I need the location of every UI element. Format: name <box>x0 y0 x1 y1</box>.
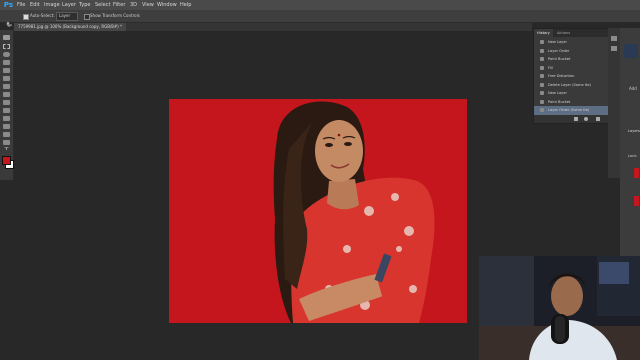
menu-window[interactable]: Window <box>157 0 177 10</box>
history-item[interactable]: Paint Bucket <box>534 98 608 107</box>
document-canvas[interactable] <box>169 99 467 323</box>
trash-icon[interactable] <box>596 117 600 121</box>
options-bar: Auto-Select: Layer Show Transform Contro… <box>0 10 640 27</box>
history-item[interactable]: New Layer <box>534 38 608 47</box>
eyedropper-tool-icon[interactable] <box>3 76 10 81</box>
adjustments-add-label: Add <box>629 86 637 91</box>
history-state-icon <box>540 99 544 104</box>
menu-view[interactable]: View <box>142 0 154 10</box>
pen-tool-icon[interactable] <box>3 140 10 145</box>
history-item[interactable]: Layer Order <box>534 47 608 56</box>
eraser-tool-icon[interactable] <box>3 116 10 121</box>
document-tab[interactable]: 7759981.jpg @ 100% (Background copy, RGB… <box>14 23 127 31</box>
show-transform-label: Show Transform Controls <box>90 13 140 18</box>
history-item[interactable]: Free Distortion <box>534 72 608 81</box>
history-state-icon <box>540 48 544 53</box>
auto-select-value: Layer <box>59 13 71 18</box>
menu-3d[interactable]: 3D <box>130 0 137 10</box>
history-state-icon <box>540 57 544 61</box>
portrait-photo <box>169 99 467 323</box>
color-picker-icon[interactable] <box>624 44 638 58</box>
marquee-tool-icon[interactable] <box>3 44 10 49</box>
menu-help[interactable]: Help <box>180 0 191 10</box>
history-state-icon <box>540 108 544 112</box>
actions-panel-icon[interactable] <box>611 46 617 51</box>
menu-filter[interactable]: Filter <box>113 0 125 10</box>
history-brush-tool-icon[interactable] <box>3 108 10 113</box>
new-document-from-state-icon[interactable] <box>574 117 578 121</box>
history-state-icon <box>540 82 544 87</box>
crop-tool-icon[interactable] <box>3 68 10 73</box>
webcam-overlay <box>479 256 640 360</box>
panel-icon-strip <box>608 28 620 178</box>
clone-stamp-tool-icon[interactable] <box>3 100 10 105</box>
align-distribute-icons[interactable] <box>205 13 365 27</box>
history-item[interactable]: Paint Bucket <box>534 55 608 64</box>
history-footer <box>534 115 608 123</box>
brush-tool-icon[interactable] <box>3 92 10 97</box>
menu-select[interactable]: Select <box>95 0 110 10</box>
history-state-icon <box>540 74 544 78</box>
dodge-tool-icon[interactable] <box>3 132 10 137</box>
history-panel-tabs: History Actions <box>534 29 608 37</box>
history-list: New Layer Layer Order Paint Bucket Fill … <box>534 38 608 116</box>
tab-actions[interactable]: Actions <box>554 29 573 37</box>
menu-type[interactable]: Type <box>79 0 90 10</box>
menu-layer[interactable]: Layer <box>62 0 76 10</box>
paint-bucket-tool-icon[interactable] <box>3 124 10 129</box>
move-tool-preset-icon[interactable] <box>4 13 12 27</box>
history-state-icon <box>540 65 544 70</box>
lasso-tool-icon[interactable] <box>3 52 10 57</box>
quick-select-tool-icon[interactable] <box>3 60 10 65</box>
move-tool-icon[interactable] <box>3 35 10 40</box>
menu-file[interactable]: File <box>17 0 25 10</box>
color-swatches <box>0 150 14 180</box>
healing-brush-tool-icon[interactable] <box>3 84 10 89</box>
history-state-icon <box>540 40 544 44</box>
snapshot-icon[interactable] <box>584 117 588 121</box>
tab-history[interactable]: History <box>534 29 553 37</box>
history-panel: History Actions New Layer Layer Order Pa… <box>533 28 609 124</box>
history-item[interactable]: Delete Layer (Some Ite) <box>534 81 608 90</box>
auto-select-dropdown[interactable]: Layer <box>56 12 78 21</box>
menu-edit[interactable]: Edit <box>30 0 40 10</box>
history-panel-icon[interactable] <box>611 36 617 41</box>
webcam-video <box>479 256 640 360</box>
layer-thumbnail[interactable] <box>634 196 639 206</box>
history-item[interactable]: New Layer <box>534 89 608 98</box>
layer-thumbnail[interactable] <box>634 168 639 178</box>
photoshop-logo: Ps <box>3 1 14 9</box>
document-tab-bar: 7759981.jpg @ 100% (Background copy, RGB… <box>14 23 532 31</box>
menu-bar: Ps File Edit Image Layer Type Select Fil… <box>0 0 640 10</box>
menu-image[interactable]: Image <box>44 0 60 10</box>
history-state-icon <box>540 91 544 95</box>
layers-panel-label[interactable]: Layers <box>628 129 640 133</box>
lock-label: Lock: <box>628 154 638 158</box>
history-item-selected[interactable]: Layer Order (Some Ite) <box>534 106 608 115</box>
auto-select-checkbox[interactable] <box>23 14 29 20</box>
foreground-color-swatch[interactable] <box>2 156 11 165</box>
history-item[interactable]: Fill <box>534 64 608 73</box>
auto-select-label: Auto-Select: <box>30 13 55 18</box>
